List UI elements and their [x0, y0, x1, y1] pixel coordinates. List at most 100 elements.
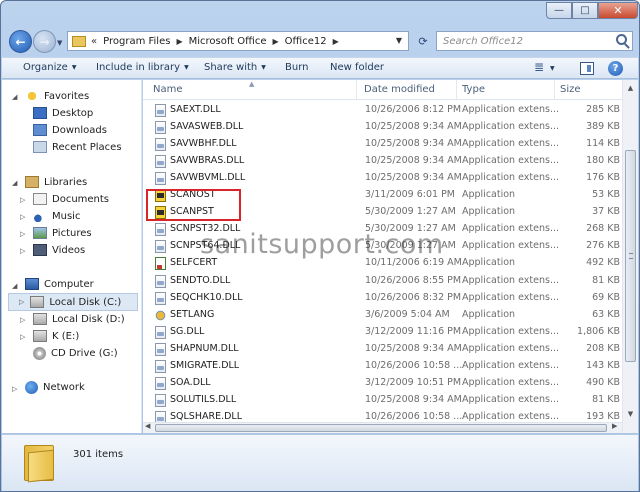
file-type: Application extens... — [462, 155, 559, 167]
collapse-caret-icon[interactable]: ▷ — [20, 316, 25, 324]
expand-caret-icon[interactable]: ◢ — [12, 93, 17, 101]
file-row[interactable]: SEQCHK10.DLL 10/26/2006 8:32 PM Applicatio… — [143, 290, 622, 307]
burn-button[interactable]: Burn — [285, 62, 308, 73]
file-row[interactable]: SMIGRATE.DLL 10/26/2006 10:58 ... Applicat… — [143, 358, 622, 375]
downloads-icon — [33, 124, 47, 136]
scroll-thumb[interactable] — [625, 150, 636, 362]
nav-pictures[interactable]: Pictures — [33, 227, 92, 239]
nav-libraries[interactable]: Libraries — [25, 176, 87, 188]
column-divider[interactable] — [554, 80, 555, 99]
expand-caret-icon[interactable]: ◢ — [12, 179, 17, 187]
scroll-up-icon[interactable]: ▲ — [623, 80, 638, 96]
breadcrumb-office12[interactable]: Office12 — [285, 36, 327, 47]
nav-documents[interactable]: Documents — [33, 193, 109, 205]
breadcrumb-program-files[interactable]: Program Files — [103, 36, 170, 47]
file-name: SETLANG — [170, 308, 215, 320]
chevron-right-icon[interactable]: ▶ — [333, 37, 339, 46]
file-date: 10/26/2006 8:55 PM — [365, 274, 462, 286]
nav-recent-places[interactable]: Recent Places — [33, 141, 122, 153]
horizontal-scrollbar[interactable]: ◀ ▶ — [143, 422, 622, 433]
file-row[interactable]: SAVASWEB.DLL 10/25/2008 9:34 AM Applicatio… — [143, 119, 622, 136]
preview-pane-icon[interactable] — [580, 62, 594, 75]
nav-videos[interactable]: Videos — [33, 244, 85, 256]
refresh-button[interactable]: ⟳ — [411, 31, 435, 51]
file-name: SAVWBRAS.DLL — [170, 155, 245, 167]
new-folder-button[interactable]: New folder — [330, 62, 384, 73]
scroll-right-icon[interactable]: ▶ — [612, 422, 617, 430]
nav-label: Desktop — [52, 107, 94, 119]
nav-cd-drive[interactable]: CD Drive (G:) — [33, 347, 118, 360]
collapse-caret-icon[interactable]: ▷ — [19, 298, 24, 306]
address-bar[interactable]: « Program Files ▶ Microsoft Office ▶ Off… — [67, 31, 409, 51]
close-button[interactable]: ✕ — [598, 2, 638, 19]
scroll-down-icon[interactable]: ▼ — [623, 406, 638, 422]
file-row[interactable]: SAVWBRAS.DLL 10/25/2008 9:34 AM Applicatio… — [143, 153, 622, 170]
nav-favorites[interactable]: Favorites — [25, 90, 89, 102]
collapse-caret-icon[interactable]: ▷ — [20, 230, 25, 238]
column-name[interactable]: Name — [153, 84, 183, 95]
file-type: Application extens... — [462, 291, 559, 303]
back-button[interactable]: ← — [9, 30, 32, 53]
nav-label: Network — [43, 382, 85, 393]
help-icon[interactable]: ? — [608, 61, 623, 76]
breadcrumb-microsoft-office[interactable]: Microsoft Office — [189, 36, 267, 47]
star-icon — [25, 90, 39, 102]
nav-downloads[interactable]: Downloads — [33, 124, 107, 136]
collapse-caret-icon[interactable]: ▷ — [20, 213, 25, 221]
dll-file-icon — [155, 121, 166, 135]
file-date: 10/26/2006 8:12 PM — [365, 104, 462, 115]
search-input[interactable]: Search Office12 — [436, 31, 633, 51]
file-name: SEQCHK10.DLL — [170, 291, 243, 303]
nav-k-drive[interactable]: K (E:) — [33, 330, 79, 342]
collapse-caret-icon[interactable]: ▷ — [12, 385, 17, 393]
horizontal-scroll-thumb[interactable] — [155, 424, 607, 432]
file-row[interactable]: SENDTO.DLL 10/26/2006 8:55 PM Application … — [143, 273, 622, 290]
collapse-caret-icon[interactable]: ▷ — [20, 333, 25, 341]
share-with-button[interactable]: Share with ▼ — [204, 62, 266, 73]
language-icon — [155, 308, 166, 322]
organize-button[interactable]: Organize ▼ — [23, 62, 76, 73]
vertical-scrollbar[interactable]: ▲ ▼ — [622, 80, 638, 433]
column-type[interactable]: Type — [462, 84, 485, 95]
address-dropdown-icon[interactable]: ▼ — [396, 36, 402, 45]
nav-local-disk-d[interactable]: Local Disk (D:) — [33, 313, 125, 325]
file-row[interactable]: SOA.DLL 3/12/2009 10:51 PM Application ext… — [143, 375, 622, 392]
file-size: 81 KB — [592, 274, 620, 286]
file-type: Application extens... — [462, 393, 559, 405]
file-row[interactable]: SHAPNUM.DLL 10/25/2008 9:34 AM Application… — [143, 341, 622, 358]
nav-network[interactable]: Network — [25, 381, 85, 394]
breadcrumb-overflow[interactable]: « — [91, 36, 97, 47]
file-row[interactable]: SAVWBVML.DLL 10/25/2008 9:34 AM Applicatio… — [143, 170, 622, 187]
column-date-modified[interactable]: Date modified — [364, 84, 435, 95]
nav-computer[interactable]: Computer — [25, 278, 94, 290]
collapse-caret-icon[interactable]: ▷ — [20, 247, 25, 255]
view-dropdown-icon[interactable]: ▼ — [550, 65, 555, 72]
nav-music[interactable]: Music — [33, 210, 80, 222]
file-row[interactable]: SAVWBHF.DLL 10/25/2008 9:34 AM Application… — [143, 136, 622, 153]
column-divider[interactable] — [456, 80, 457, 99]
include-in-library-button[interactable]: Include in library ▼ — [96, 62, 189, 73]
file-row[interactable]: SOLUTILS.DLL 10/25/2008 9:34 AM Applicatio… — [143, 392, 622, 409]
column-size[interactable]: Size — [560, 84, 581, 95]
nav-label: CD Drive (G:) — [51, 348, 118, 359]
file-date: 3/11/2009 6:01 PM — [365, 189, 456, 201]
file-date: 10/26/2006 8:32 PM — [365, 291, 462, 303]
maximize-button[interactable]: □ — [572, 2, 598, 19]
column-divider[interactable] — [356, 80, 357, 99]
nav-local-disk-c[interactable]: ▷ Local Disk (C:) — [8, 293, 138, 311]
arrow-left-icon: ← — [15, 34, 26, 49]
forward-button[interactable]: → — [33, 30, 56, 53]
nav-desktop[interactable]: Desktop — [33, 107, 93, 119]
scroll-left-icon[interactable]: ◀ — [145, 422, 150, 430]
file-row[interactable]: SG.DLL 3/12/2009 11:16 PM Application exte… — [143, 324, 622, 341]
file-row[interactable]: SAEXT.DLL 10/26/2006 8:12 PM Application e… — [143, 102, 622, 119]
chevron-right-icon[interactable]: ▶ — [273, 37, 279, 46]
minimize-button[interactable]: — — [546, 2, 572, 19]
chevron-right-icon[interactable]: ▶ — [176, 37, 182, 46]
recent-pages-dropdown-icon[interactable]: ▼ — [57, 39, 62, 47]
file-row[interactable]: SETLANG 3/6/2009 5:04 AM Application 63 KB — [143, 307, 622, 324]
change-view-icon[interactable] — [534, 60, 548, 75]
expand-caret-icon[interactable]: ◢ — [12, 282, 17, 290]
file-date: 10/25/2008 9:34 AM — [365, 393, 462, 405]
collapse-caret-icon[interactable]: ▷ — [20, 196, 25, 204]
